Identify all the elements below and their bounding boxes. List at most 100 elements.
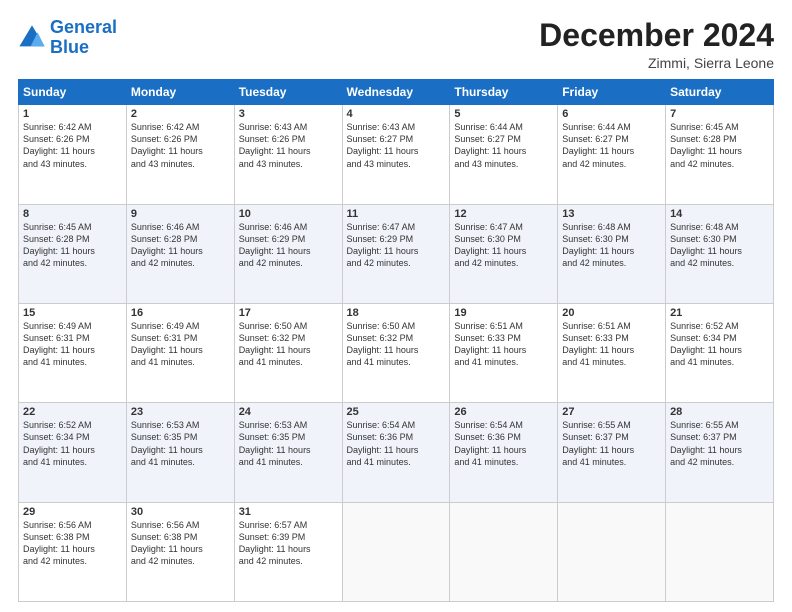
table-row: 8Sunrise: 6:45 AM Sunset: 6:28 PM Daylig… (19, 204, 127, 303)
table-row: 24Sunrise: 6:53 AM Sunset: 6:35 PM Dayli… (234, 403, 342, 502)
table-row: 31Sunrise: 6:57 AM Sunset: 6:39 PM Dayli… (234, 502, 342, 601)
day-info: Sunrise: 6:55 AM Sunset: 6:37 PM Dayligh… (670, 419, 769, 468)
day-info: Sunrise: 6:43 AM Sunset: 6:27 PM Dayligh… (347, 121, 446, 170)
empty-cell (450, 502, 558, 601)
day-info: Sunrise: 6:46 AM Sunset: 6:29 PM Dayligh… (239, 221, 338, 270)
day-number: 2 (131, 108, 230, 120)
day-info: Sunrise: 6:57 AM Sunset: 6:39 PM Dayligh… (239, 519, 338, 568)
table-row: 13Sunrise: 6:48 AM Sunset: 6:30 PM Dayli… (558, 204, 666, 303)
col-sunday: Sunday (19, 80, 127, 105)
table-row: 7Sunrise: 6:45 AM Sunset: 6:28 PM Daylig… (666, 105, 774, 204)
day-info: Sunrise: 6:53 AM Sunset: 6:35 PM Dayligh… (131, 419, 230, 468)
day-info: Sunrise: 6:44 AM Sunset: 6:27 PM Dayligh… (562, 121, 661, 170)
table-row: 12Sunrise: 6:47 AM Sunset: 6:30 PM Dayli… (450, 204, 558, 303)
table-row: 26Sunrise: 6:54 AM Sunset: 6:36 PM Dayli… (450, 403, 558, 502)
day-number: 19 (454, 307, 553, 319)
calendar-header-row: Sunday Monday Tuesday Wednesday Thursday… (19, 80, 774, 105)
table-row: 6Sunrise: 6:44 AM Sunset: 6:27 PM Daylig… (558, 105, 666, 204)
col-saturday: Saturday (666, 80, 774, 105)
col-thursday: Thursday (450, 80, 558, 105)
day-info: Sunrise: 6:44 AM Sunset: 6:27 PM Dayligh… (454, 121, 553, 170)
day-info: Sunrise: 6:48 AM Sunset: 6:30 PM Dayligh… (562, 221, 661, 270)
day-info: Sunrise: 6:47 AM Sunset: 6:30 PM Dayligh… (454, 221, 553, 270)
day-info: Sunrise: 6:54 AM Sunset: 6:36 PM Dayligh… (454, 419, 553, 468)
day-number: 25 (347, 406, 446, 418)
day-info: Sunrise: 6:47 AM Sunset: 6:29 PM Dayligh… (347, 221, 446, 270)
day-number: 29 (23, 506, 122, 518)
day-info: Sunrise: 6:49 AM Sunset: 6:31 PM Dayligh… (23, 320, 122, 369)
day-number: 9 (131, 208, 230, 220)
day-number: 23 (131, 406, 230, 418)
day-number: 15 (23, 307, 122, 319)
table-row: 22Sunrise: 6:52 AM Sunset: 6:34 PM Dayli… (19, 403, 127, 502)
day-info: Sunrise: 6:42 AM Sunset: 6:26 PM Dayligh… (131, 121, 230, 170)
table-row: 2Sunrise: 6:42 AM Sunset: 6:26 PM Daylig… (126, 105, 234, 204)
table-row: 20Sunrise: 6:51 AM Sunset: 6:33 PM Dayli… (558, 303, 666, 402)
calendar-table: Sunday Monday Tuesday Wednesday Thursday… (18, 79, 774, 602)
table-row: 21Sunrise: 6:52 AM Sunset: 6:34 PM Dayli… (666, 303, 774, 402)
empty-cell (558, 502, 666, 601)
col-tuesday: Tuesday (234, 80, 342, 105)
day-info: Sunrise: 6:48 AM Sunset: 6:30 PM Dayligh… (670, 221, 769, 270)
day-number: 6 (562, 108, 661, 120)
empty-cell (342, 502, 450, 601)
day-number: 20 (562, 307, 661, 319)
table-row: 29Sunrise: 6:56 AM Sunset: 6:38 PM Dayli… (19, 502, 127, 601)
day-number: 26 (454, 406, 553, 418)
day-info: Sunrise: 6:52 AM Sunset: 6:34 PM Dayligh… (23, 419, 122, 468)
day-number: 16 (131, 307, 230, 319)
day-info: Sunrise: 6:55 AM Sunset: 6:37 PM Dayligh… (562, 419, 661, 468)
table-row: 15Sunrise: 6:49 AM Sunset: 6:31 PM Dayli… (19, 303, 127, 402)
table-row: 14Sunrise: 6:48 AM Sunset: 6:30 PM Dayli… (666, 204, 774, 303)
page: General Blue December 2024 Zimmi, Sierra… (0, 0, 792, 612)
day-number: 4 (347, 108, 446, 120)
title-block: December 2024 Zimmi, Sierra Leone (539, 18, 774, 71)
day-number: 28 (670, 406, 769, 418)
col-friday: Friday (558, 80, 666, 105)
day-info: Sunrise: 6:56 AM Sunset: 6:38 PM Dayligh… (131, 519, 230, 568)
day-number: 22 (23, 406, 122, 418)
day-number: 3 (239, 108, 338, 120)
day-number: 14 (670, 208, 769, 220)
day-info: Sunrise: 6:42 AM Sunset: 6:26 PM Dayligh… (23, 121, 122, 170)
table-row: 30Sunrise: 6:56 AM Sunset: 6:38 PM Dayli… (126, 502, 234, 601)
day-number: 30 (131, 506, 230, 518)
day-number: 31 (239, 506, 338, 518)
day-info: Sunrise: 6:51 AM Sunset: 6:33 PM Dayligh… (562, 320, 661, 369)
table-row: 25Sunrise: 6:54 AM Sunset: 6:36 PM Dayli… (342, 403, 450, 502)
table-row: 10Sunrise: 6:46 AM Sunset: 6:29 PM Dayli… (234, 204, 342, 303)
table-row: 4Sunrise: 6:43 AM Sunset: 6:27 PM Daylig… (342, 105, 450, 204)
table-row: 3Sunrise: 6:43 AM Sunset: 6:26 PM Daylig… (234, 105, 342, 204)
table-row: 16Sunrise: 6:49 AM Sunset: 6:31 PM Dayli… (126, 303, 234, 402)
logo: General Blue (18, 18, 117, 58)
day-number: 27 (562, 406, 661, 418)
table-row: 18Sunrise: 6:50 AM Sunset: 6:32 PM Dayli… (342, 303, 450, 402)
day-number: 10 (239, 208, 338, 220)
day-info: Sunrise: 6:50 AM Sunset: 6:32 PM Dayligh… (347, 320, 446, 369)
day-number: 12 (454, 208, 553, 220)
day-info: Sunrise: 6:53 AM Sunset: 6:35 PM Dayligh… (239, 419, 338, 468)
day-info: Sunrise: 6:45 AM Sunset: 6:28 PM Dayligh… (23, 221, 122, 270)
day-info: Sunrise: 6:49 AM Sunset: 6:31 PM Dayligh… (131, 320, 230, 369)
table-row: 5Sunrise: 6:44 AM Sunset: 6:27 PM Daylig… (450, 105, 558, 204)
day-info: Sunrise: 6:45 AM Sunset: 6:28 PM Dayligh… (670, 121, 769, 170)
day-number: 11 (347, 208, 446, 220)
empty-cell (666, 502, 774, 601)
table-row: 23Sunrise: 6:53 AM Sunset: 6:35 PM Dayli… (126, 403, 234, 502)
day-number: 17 (239, 307, 338, 319)
table-row: 17Sunrise: 6:50 AM Sunset: 6:32 PM Dayli… (234, 303, 342, 402)
day-number: 24 (239, 406, 338, 418)
day-info: Sunrise: 6:46 AM Sunset: 6:28 PM Dayligh… (131, 221, 230, 270)
day-info: Sunrise: 6:52 AM Sunset: 6:34 PM Dayligh… (670, 320, 769, 369)
day-info: Sunrise: 6:51 AM Sunset: 6:33 PM Dayligh… (454, 320, 553, 369)
table-row: 1Sunrise: 6:42 AM Sunset: 6:26 PM Daylig… (19, 105, 127, 204)
table-row: 19Sunrise: 6:51 AM Sunset: 6:33 PM Dayli… (450, 303, 558, 402)
day-info: Sunrise: 6:50 AM Sunset: 6:32 PM Dayligh… (239, 320, 338, 369)
table-row: 27Sunrise: 6:55 AM Sunset: 6:37 PM Dayli… (558, 403, 666, 502)
day-info: Sunrise: 6:54 AM Sunset: 6:36 PM Dayligh… (347, 419, 446, 468)
table-row: 9Sunrise: 6:46 AM Sunset: 6:28 PM Daylig… (126, 204, 234, 303)
logo-text: General Blue (50, 18, 117, 58)
day-number: 18 (347, 307, 446, 319)
day-info: Sunrise: 6:43 AM Sunset: 6:26 PM Dayligh… (239, 121, 338, 170)
day-number: 13 (562, 208, 661, 220)
